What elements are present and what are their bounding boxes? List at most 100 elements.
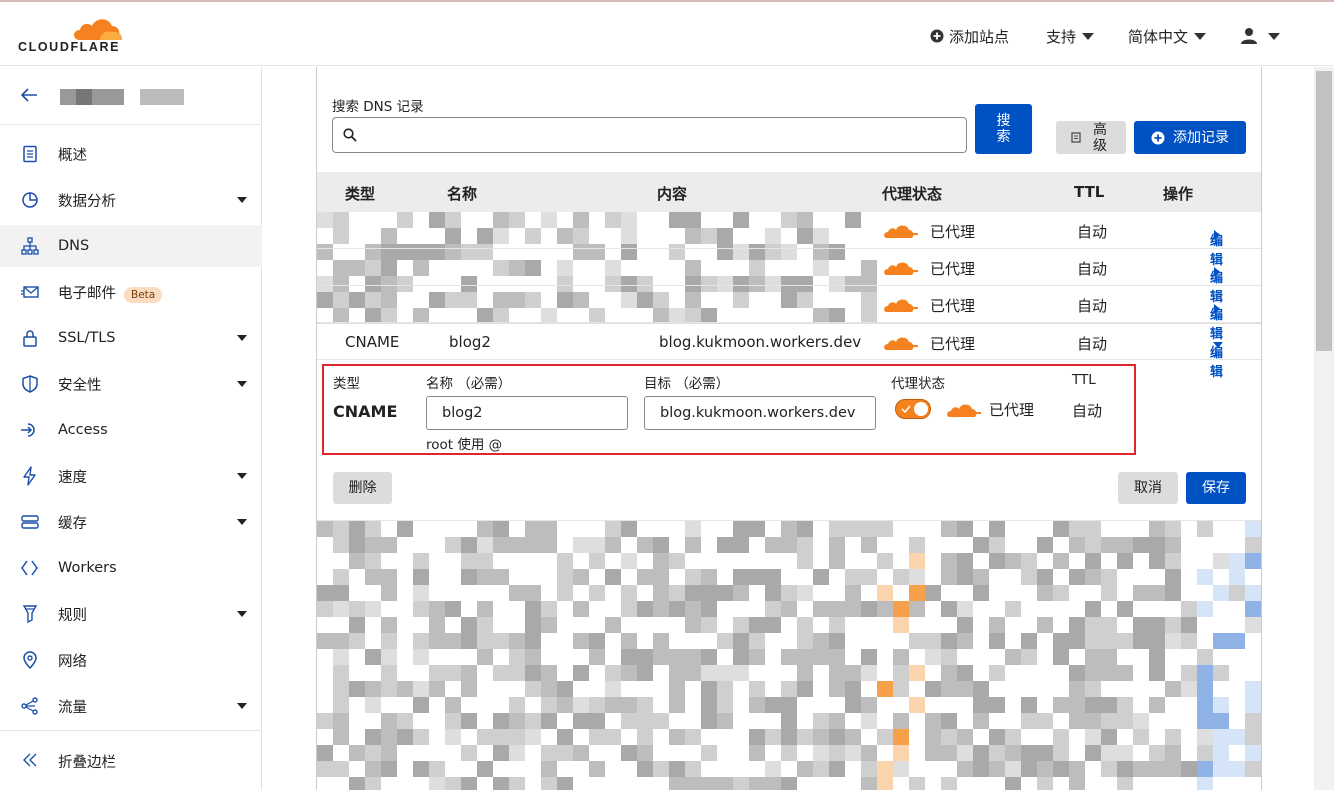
scrollbar[interactable] [1314,67,1334,790]
sidebar-item-dns[interactable]: DNS [0,225,262,267]
sidebar-item-workers[interactable]: Workers [0,547,262,589]
redaction-pixel [1245,697,1261,713]
arrow-left-icon[interactable] [20,87,38,103]
delete-button[interactable]: 删除 [333,472,392,504]
sidebar-item-traffic[interactable]: 流量 [0,685,262,727]
redaction-pixel [1197,649,1213,665]
redaction-pixel [589,761,605,777]
user-menu[interactable] [1240,24,1280,48]
redaction-pixel [909,585,925,601]
redaction-pixel [1197,521,1213,537]
chevron-right-icon [1214,267,1220,277]
redaction-pixel [1149,697,1165,713]
sidebar-item-access[interactable]: Access [0,409,262,451]
cancel-button[interactable]: 取消 [1118,472,1178,504]
redaction-pixel [1117,537,1133,553]
table-row: 已代理 自动 编辑 [317,212,1261,268]
sidebar-item-ssl[interactable]: SSL/TLS [0,317,262,359]
redaction-pixel [973,569,989,585]
scrollbar-thumb[interactable] [1316,71,1332,351]
add-site-link[interactable]: 添加站点 [930,24,1009,48]
redaction-pixel [749,649,765,665]
redaction-pixel [509,665,525,681]
search-button[interactable]: 搜索 [975,104,1032,154]
redaction-pixel [637,665,653,681]
redaction-pixel [413,729,429,745]
redaction-pixel [893,681,909,697]
sidebar-item-analytics[interactable]: 数据分析 [0,179,262,221]
redaction-pixel [861,761,877,777]
chevron-down-icon [1082,32,1095,40]
proxy-toggle[interactable] [895,399,931,419]
proxied-cloud-icon [947,404,981,417]
redaction-pixel [1117,665,1133,681]
redaction-pixel [845,601,861,617]
name-field[interactable]: blog2 [426,396,628,430]
redaction-pixel [381,761,397,777]
redaction-pixel [1245,729,1261,745]
redaction-pixel [1085,617,1101,633]
redaction-pixel [893,601,909,617]
sidebar-item-overview[interactable]: 概述 [0,133,262,175]
redaction-pixel [557,681,573,697]
redaction-pixel [365,681,381,697]
advanced-button[interactable]: 高级 [1056,121,1126,154]
logo-wordmark: CLOUDFLARE [18,40,121,54]
redaction-pixel [893,761,909,777]
location-pin-icon [23,651,37,670]
table-row: 已代理 自动 编辑 [317,249,1261,305]
redaction-pixel [605,665,621,681]
cloudflare-logo[interactable]: CLOUDFLARE [18,14,128,56]
redaction-pixel [765,585,781,601]
name-label: 名称 （必需） [426,376,512,392]
redaction-pixel [573,537,589,553]
redaction-pixel [1197,777,1213,790]
redaction-pixel [381,681,397,697]
sidebar-item-rules[interactable]: 规则 [0,593,262,635]
sidebar-item-email[interactable]: 电子邮件 Beta [0,271,262,313]
redaction-pixel [1213,553,1229,569]
collapse-sidebar-button[interactable]: 折叠边栏 [0,730,262,790]
redaction-pixel [845,681,861,697]
save-button[interactable]: 保存 [1186,472,1246,504]
caret-down-icon [237,197,247,203]
redaction-pixel [1245,585,1261,601]
redaction-pixel [509,537,525,553]
redaction-pixel [461,745,477,761]
redaction-pixel [445,729,461,745]
redaction-pixel [685,569,701,585]
redaction-pixel [333,697,349,713]
sidebar-item-speed[interactable]: 速度 [0,455,262,497]
add-record-button[interactable]: 添加记录 [1134,121,1246,154]
top-bar: CLOUDFLARE 添加站点 支持 简体中文 [0,0,1334,66]
redaction-pixel [445,777,461,790]
search-icon [343,128,357,142]
redaction-pixel [781,681,797,697]
header-proxy: 代理状态 [882,185,943,203]
target-field[interactable]: blog.kukmoon.workers.dev [644,396,876,430]
redaction-pixel [605,617,621,633]
redaction-pixel [317,761,333,777]
redaction-pixel [317,585,333,601]
redaction-pixel [621,601,637,617]
redaction-pixel [541,681,557,697]
redaction-pixel [829,537,845,553]
redaction-pixel [1149,649,1165,665]
language-menu[interactable]: 简体中文 [1128,24,1207,48]
support-menu[interactable]: 支持 [1046,24,1095,48]
sidebar-item-security[interactable]: 安全性 [0,363,262,405]
redaction-pixel [669,729,685,745]
record-content: blog.kukmoon.workers.dev [659,333,862,351]
sidebar-item-label: 电子邮件 Beta [58,282,163,303]
sidebar-item-network[interactable]: 网络 [0,639,262,681]
redaction-pixel [333,601,349,617]
redaction-pixel [765,537,781,553]
sidebar-item-caching[interactable]: 缓存 [0,501,262,543]
redaction-pixel [1005,601,1021,617]
redaction-pixel [861,521,877,537]
search-input[interactable] [332,117,967,153]
redaction-pixel [445,537,461,553]
redaction-pixel [381,537,397,553]
redaction-pixel [397,729,413,745]
redaction-pixel [909,633,925,649]
